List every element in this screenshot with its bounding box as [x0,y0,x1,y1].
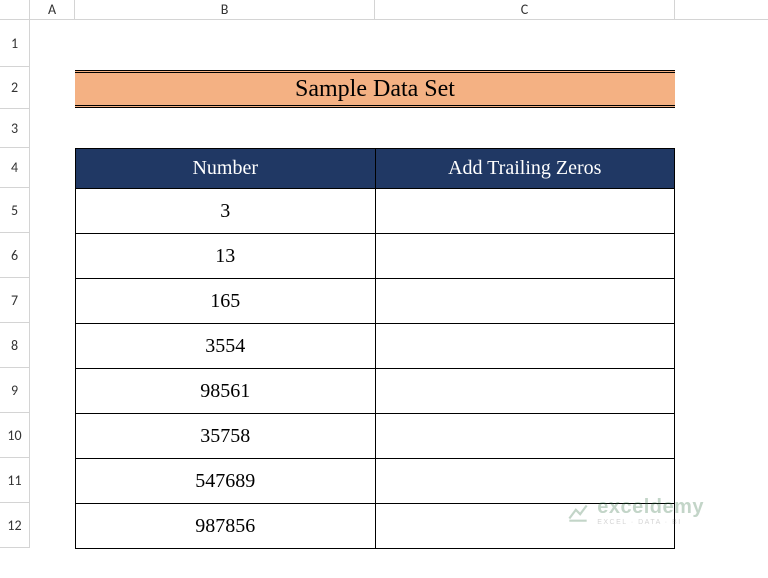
header-cell-trailing-zeros[interactable]: Add Trailing Zeros [375,149,675,189]
title-merged-cell[interactable]: Sample Data Set [75,70,675,108]
table-row: 165 [76,279,675,324]
cell-number[interactable]: 13 [76,234,376,279]
cell-grid[interactable]: Sample Data Set Number Add Trailing Zero… [30,20,768,548]
table-row: 35758 [76,414,675,459]
cell-trailing[interactable] [375,414,675,459]
cell-number[interactable]: 987856 [76,504,376,549]
row-header-12[interactable]: 12 [0,503,30,548]
spreadsheet-view: A B C 1 2 3 4 5 6 7 8 9 10 11 12 Sample … [0,0,768,578]
row-header-6[interactable]: 6 [0,233,30,278]
cell-number[interactable]: 98561 [76,369,376,414]
column-header-B[interactable]: B [75,0,375,19]
row-header-11[interactable]: 11 [0,458,30,503]
grid-body: 1 2 3 4 5 6 7 8 9 10 11 12 Sample Data S… [0,20,768,548]
row-header-2[interactable]: 2 [0,67,30,109]
row-header-4[interactable]: 4 [0,148,30,188]
row-header-1[interactable]: 1 [0,20,30,67]
header-cell-number[interactable]: Number [76,149,376,189]
column-header-row: A B C [0,0,768,20]
row-header-5[interactable]: 5 [0,188,30,233]
watermark-tagline: EXCEL · DATA · BI [597,519,704,526]
table-row: 98561 [76,369,675,414]
cell-trailing[interactable] [375,234,675,279]
cell-trailing[interactable] [375,324,675,369]
watermark-text: exceldemy EXCEL · DATA · BI [597,497,704,526]
cell-number[interactable]: 3554 [76,324,376,369]
data-table: Number Add Trailing Zeros 3 13 165 [75,148,675,549]
cell-number[interactable]: 165 [76,279,376,324]
cell-trailing[interactable] [375,189,675,234]
table-header-row: Number Add Trailing Zeros [76,149,675,189]
row-header-column: 1 2 3 4 5 6 7 8 9 10 11 12 [0,20,30,548]
column-header-C[interactable]: C [375,0,675,19]
column-header-A[interactable]: A [30,0,75,19]
select-all-corner[interactable] [0,0,30,19]
cell-trailing[interactable] [375,279,675,324]
cell-number[interactable]: 547689 [76,459,376,504]
table-row: 3 [76,189,675,234]
watermark-brand: exceldemy [597,497,704,517]
row-header-10[interactable]: 10 [0,413,30,458]
cell-trailing[interactable] [375,369,675,414]
cell-number[interactable]: 3 [76,189,376,234]
table-row: 3554 [76,324,675,369]
row-header-3[interactable]: 3 [0,109,30,148]
row-header-9[interactable]: 9 [0,368,30,413]
watermark: exceldemy EXCEL · DATA · BI [565,497,704,526]
cell-number[interactable]: 35758 [76,414,376,459]
watermark-logo-icon [565,499,591,525]
table-row: 13 [76,234,675,279]
row-header-7[interactable]: 7 [0,278,30,323]
row-header-8[interactable]: 8 [0,323,30,368]
